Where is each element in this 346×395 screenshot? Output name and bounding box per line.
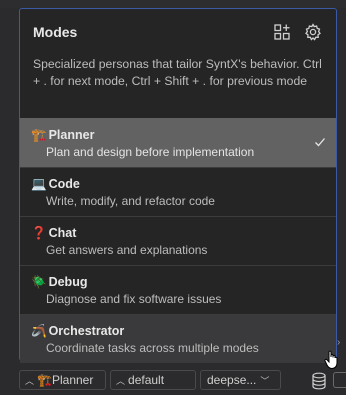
hand-cursor-icon xyxy=(324,349,342,371)
mode-name: 🪃 Orchestrator xyxy=(31,324,125,338)
profile-selector-label: default xyxy=(128,373,165,387)
mode-item-chat[interactable]: ❓ Chat Get answers and explanations xyxy=(20,216,336,265)
profile-selector[interactable]: ︿ default xyxy=(110,370,196,390)
mode-emoji: 🏗️ xyxy=(37,373,52,387)
model-selector-label: deepse... xyxy=(207,373,257,387)
mode-item-debug[interactable]: 🪲 Debug Diagnose and fix software issues xyxy=(20,265,336,314)
modes-header: Modes xyxy=(20,9,336,49)
mode-description: Coordinate tasks across multiple modes xyxy=(46,341,259,355)
chevron-down-icon: ﹀ xyxy=(260,376,270,386)
mode-selector[interactable]: ︿ 🏗️Planner xyxy=(19,370,106,390)
chevron-up-icon: ︿ xyxy=(25,376,35,386)
grid-plus-icon[interactable] xyxy=(273,23,291,41)
checkmark-icon xyxy=(314,135,326,147)
mode-item-orchestrator[interactable]: 🪃 Orchestrator Coordinate tasks across mu… xyxy=(20,314,336,363)
mode-description: Write, modify, and refactor code xyxy=(46,194,215,208)
mode-name: ❓ Chat xyxy=(31,226,77,240)
mode-description: Diagnose and fix software issues xyxy=(46,292,222,306)
chevron-up-icon: ︿ xyxy=(116,376,126,386)
mode-description: Get answers and explanations xyxy=(46,243,208,257)
mode-name: 🪲 Debug xyxy=(31,275,88,289)
stop-button[interactable] xyxy=(333,372,346,388)
mode-selector-label: Planner xyxy=(51,373,94,387)
modes-popup: Modes Specialized personas that tailor S… xyxy=(19,8,337,363)
mode-description: Plan and design before implementation xyxy=(46,145,255,159)
chat-bottom-bar: ︿ 🏗️Planner ︿ default deepse... ﹀ xyxy=(0,364,346,394)
modes-title: Modes xyxy=(33,24,78,40)
database-icon[interactable] xyxy=(311,372,327,390)
modes-description: Specialized personas that tailor SyntX's… xyxy=(33,57,322,88)
mode-name: 🏗️ Planner xyxy=(31,128,95,142)
modes-list: 🏗️ Planner Plan and design before impleme… xyxy=(20,118,336,363)
background-strip xyxy=(0,0,346,8)
mode-name: 💻 Code xyxy=(31,177,80,191)
model-selector[interactable]: deepse... ﹀ xyxy=(200,370,281,390)
gear-icon[interactable] xyxy=(304,23,322,41)
mode-item-planner[interactable]: 🏗️ Planner Plan and design before impleme… xyxy=(20,118,336,167)
mode-item-code[interactable]: 💻 Code Write, modify, and refactor code xyxy=(20,167,336,216)
